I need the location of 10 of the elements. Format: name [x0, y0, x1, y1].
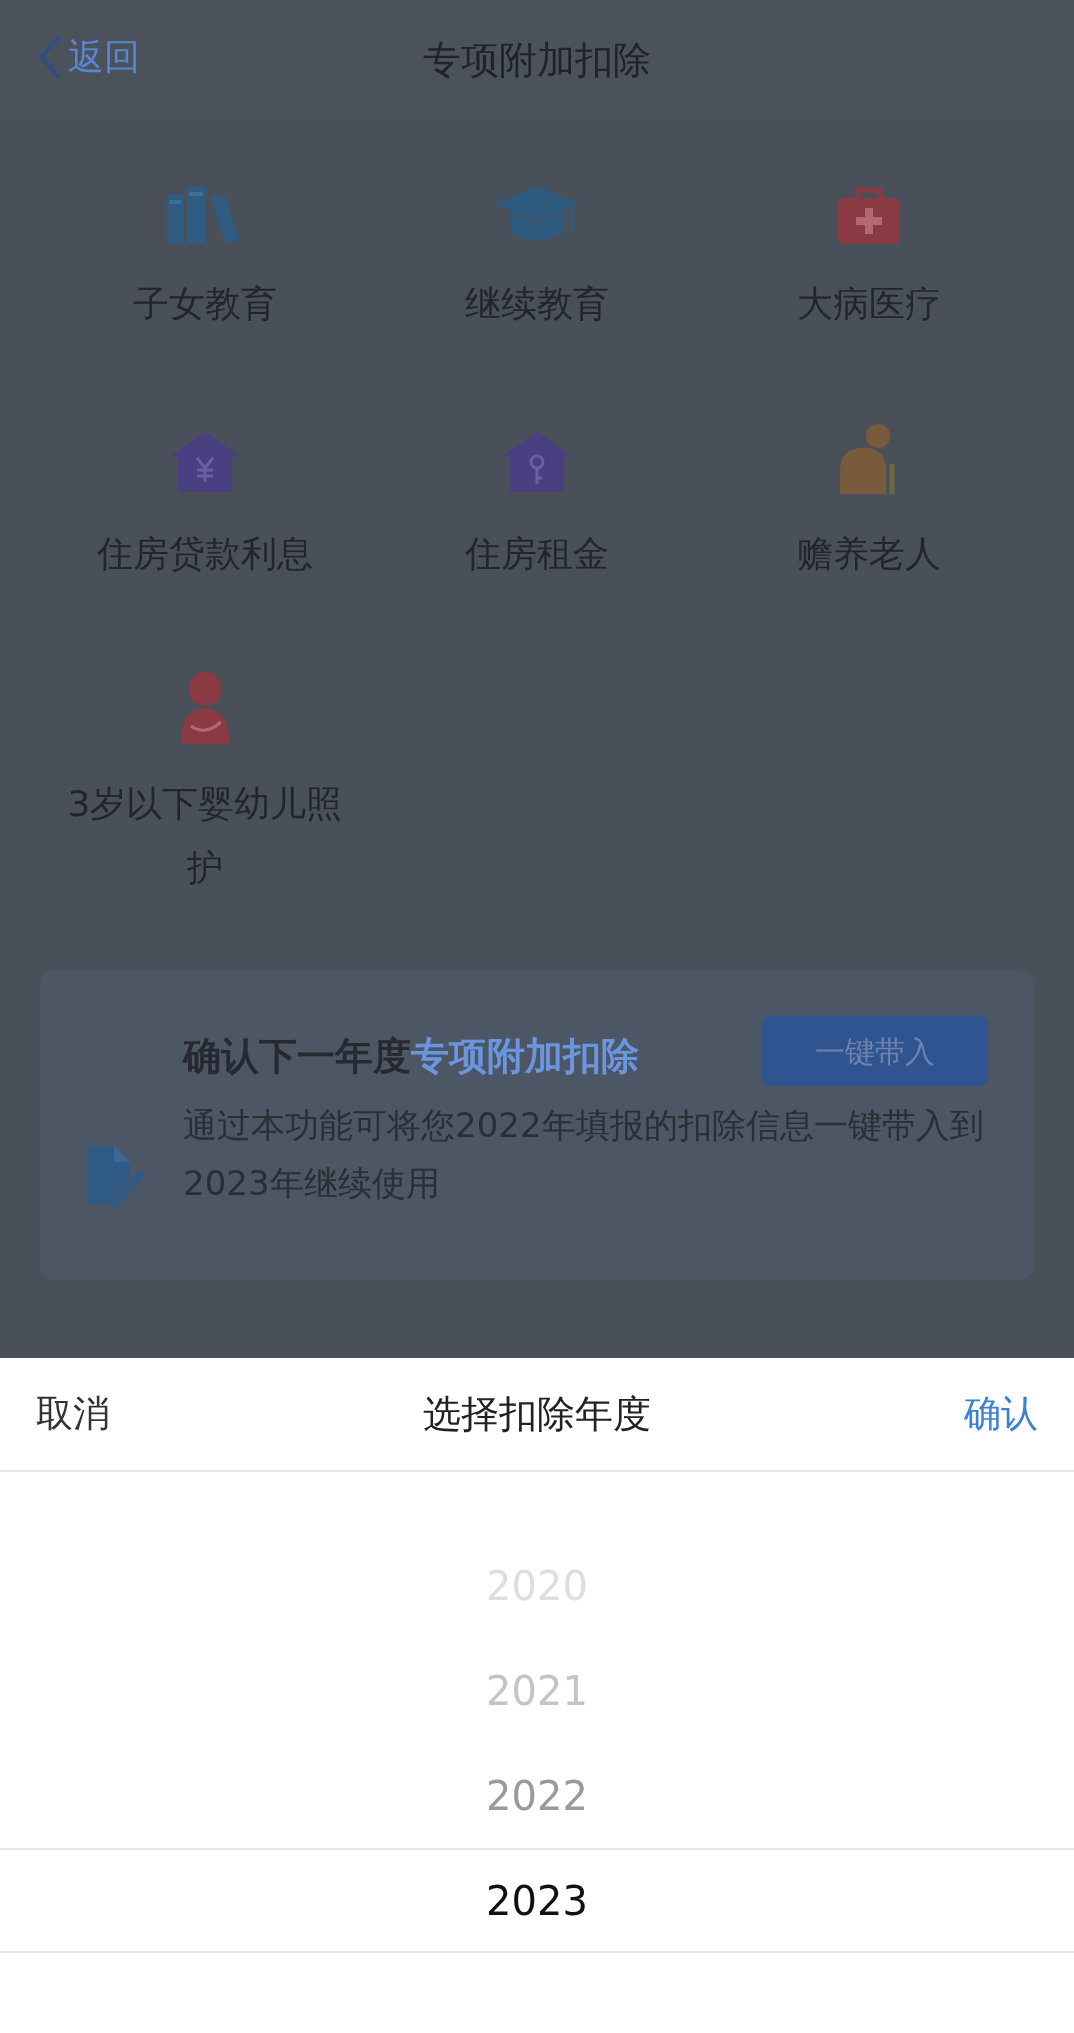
confirm-button[interactable]: 确认 — [964, 1386, 1038, 1442]
year-option[interactable]: 2021 — [0, 1638, 1074, 1743]
medical-kit-icon[interactable] — [836, 186, 902, 246]
cancel-button[interactable]: 取消 — [36, 1386, 110, 1442]
picker-title: 选择扣除年度 — [423, 1390, 651, 1438]
year-option[interactable]: 2023 — [0, 1848, 1074, 1953]
back-button[interactable]: 返回 — [36, 30, 140, 84]
one-click-import-button[interactable]: 一键带入 — [762, 1016, 988, 1086]
year-option[interactable]: 2022 — [0, 1743, 1074, 1848]
chevron-left-icon — [36, 35, 62, 79]
